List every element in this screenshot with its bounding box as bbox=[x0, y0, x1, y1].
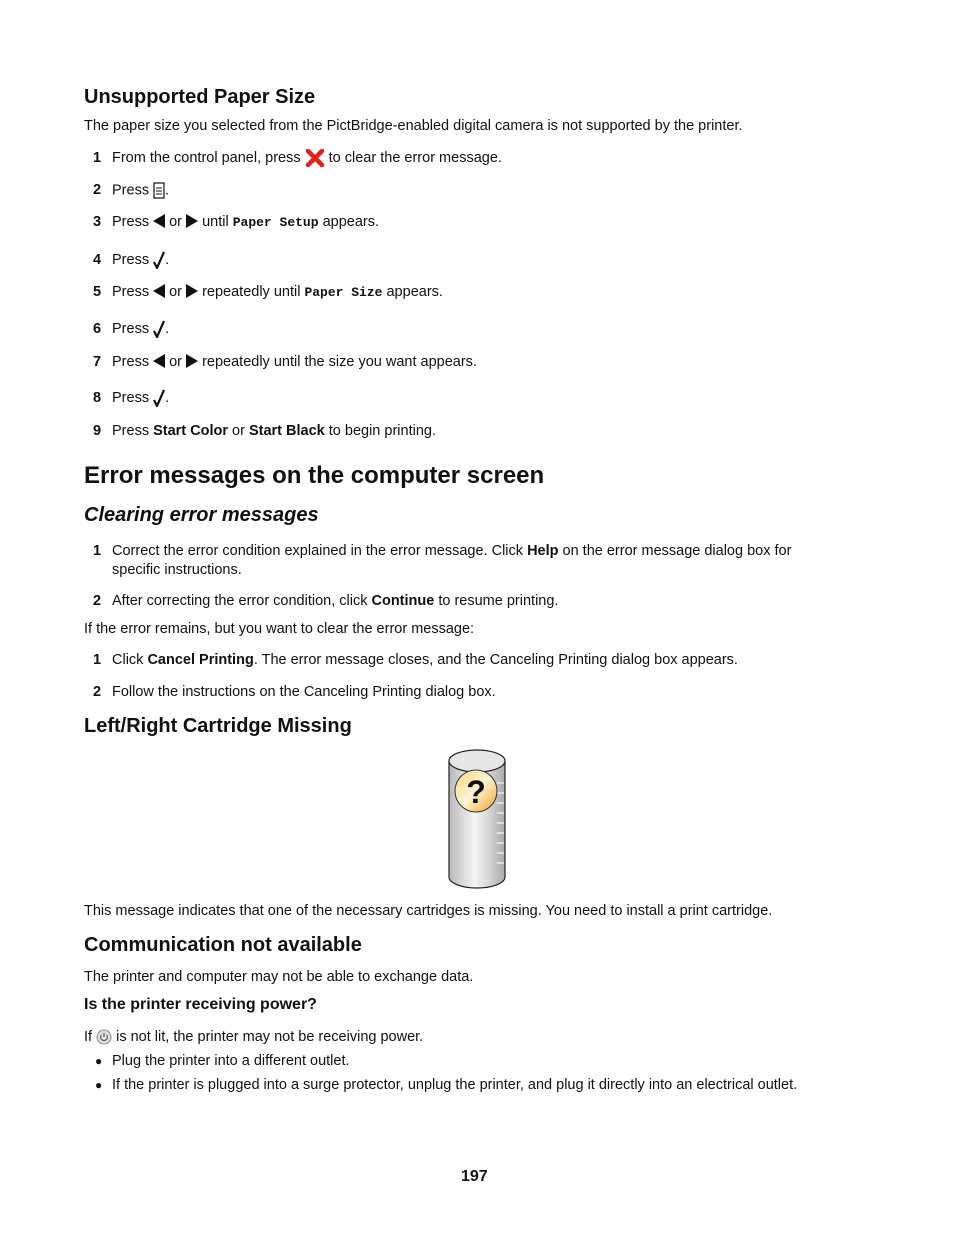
bullet-icon: ● bbox=[95, 1078, 103, 1092]
step-7: 7 Press or repeatedly until the size you … bbox=[93, 354, 477, 370]
subsection-title-clearing: Clearing error messages bbox=[84, 504, 319, 526]
section-title-cartridge-missing: Left/Right Cartridge Missing bbox=[84, 715, 352, 737]
power-icon bbox=[96, 1029, 112, 1045]
section-title-unsupported-paper-size: Unsupported Paper Size bbox=[84, 86, 316, 108]
section-intro: The paper size you selected from the Pic… bbox=[84, 118, 743, 134]
step-6: 6 Press . bbox=[93, 320, 170, 338]
subhead-receiving-power: Is the printer receiving power? bbox=[84, 996, 317, 1013]
document-page: Unsupported Paper Size The paper size yo… bbox=[0, 0, 954, 1235]
bullet-item: ● If the printer is plugged into a surge … bbox=[95, 1077, 798, 1093]
menu-icon bbox=[153, 182, 165, 199]
checkmark-icon bbox=[153, 320, 166, 338]
right-arrow-icon bbox=[186, 214, 199, 228]
step-3: 3 Press or until Paper Setup appears. bbox=[93, 214, 380, 230]
clear-step-1-cont: specific instructions. bbox=[112, 562, 242, 578]
menu-item-code: Paper Size bbox=[304, 285, 383, 300]
step-8: 8 Press . bbox=[93, 389, 170, 407]
menu-item-code: Paper Setup bbox=[232, 215, 319, 230]
cartridge-question-icon: ? bbox=[448, 749, 506, 889]
checkmark-icon bbox=[153, 389, 166, 407]
section-title-error-messages: Error messages on the computer screen bbox=[84, 462, 545, 489]
cartridge-missing-body: This message indicates that one of the n… bbox=[84, 903, 773, 919]
step-2: 2 Press . bbox=[93, 182, 170, 199]
step-9: 9 Press Start Color or Start Black to beg… bbox=[93, 423, 436, 439]
middle-text: If the error remains, but you want to cl… bbox=[84, 621, 475, 637]
section-title-communication: Communication not available bbox=[84, 934, 362, 956]
step-4: 4 Press . bbox=[93, 251, 170, 269]
step-5: 5 Press or repeatedly until Paper Size ap… bbox=[93, 284, 443, 300]
clear-step-1: 1 Correct the error condition explained i… bbox=[93, 543, 792, 559]
right-arrow-icon bbox=[186, 354, 199, 368]
left-arrow-icon bbox=[153, 284, 166, 298]
bullet-item: ● Plug the printer into a different outle… bbox=[95, 1053, 350, 1069]
checkmark-icon bbox=[153, 251, 166, 269]
left-arrow-icon bbox=[153, 354, 166, 368]
step-1: 1 From the control panel, press to clear … bbox=[93, 149, 502, 167]
bullet-icon: ● bbox=[95, 1054, 103, 1068]
cancel-step-1: 1 Click Cancel Printing. The error messag… bbox=[93, 652, 738, 668]
cancel-x-icon bbox=[305, 149, 324, 167]
svg-text:?: ? bbox=[466, 774, 486, 810]
cancel-step-2: 2 Follow the instructions on the Cancelin… bbox=[93, 684, 496, 700]
left-arrow-icon bbox=[153, 214, 166, 228]
clear-step-2: 2 After correcting the error condition, c… bbox=[93, 593, 559, 609]
power-text: If is not lit, the printer may not be re… bbox=[84, 1029, 424, 1045]
communication-body: The printer and computer may not be able… bbox=[84, 969, 474, 985]
page-number: 197 bbox=[461, 1168, 488, 1185]
right-arrow-icon bbox=[186, 284, 199, 298]
